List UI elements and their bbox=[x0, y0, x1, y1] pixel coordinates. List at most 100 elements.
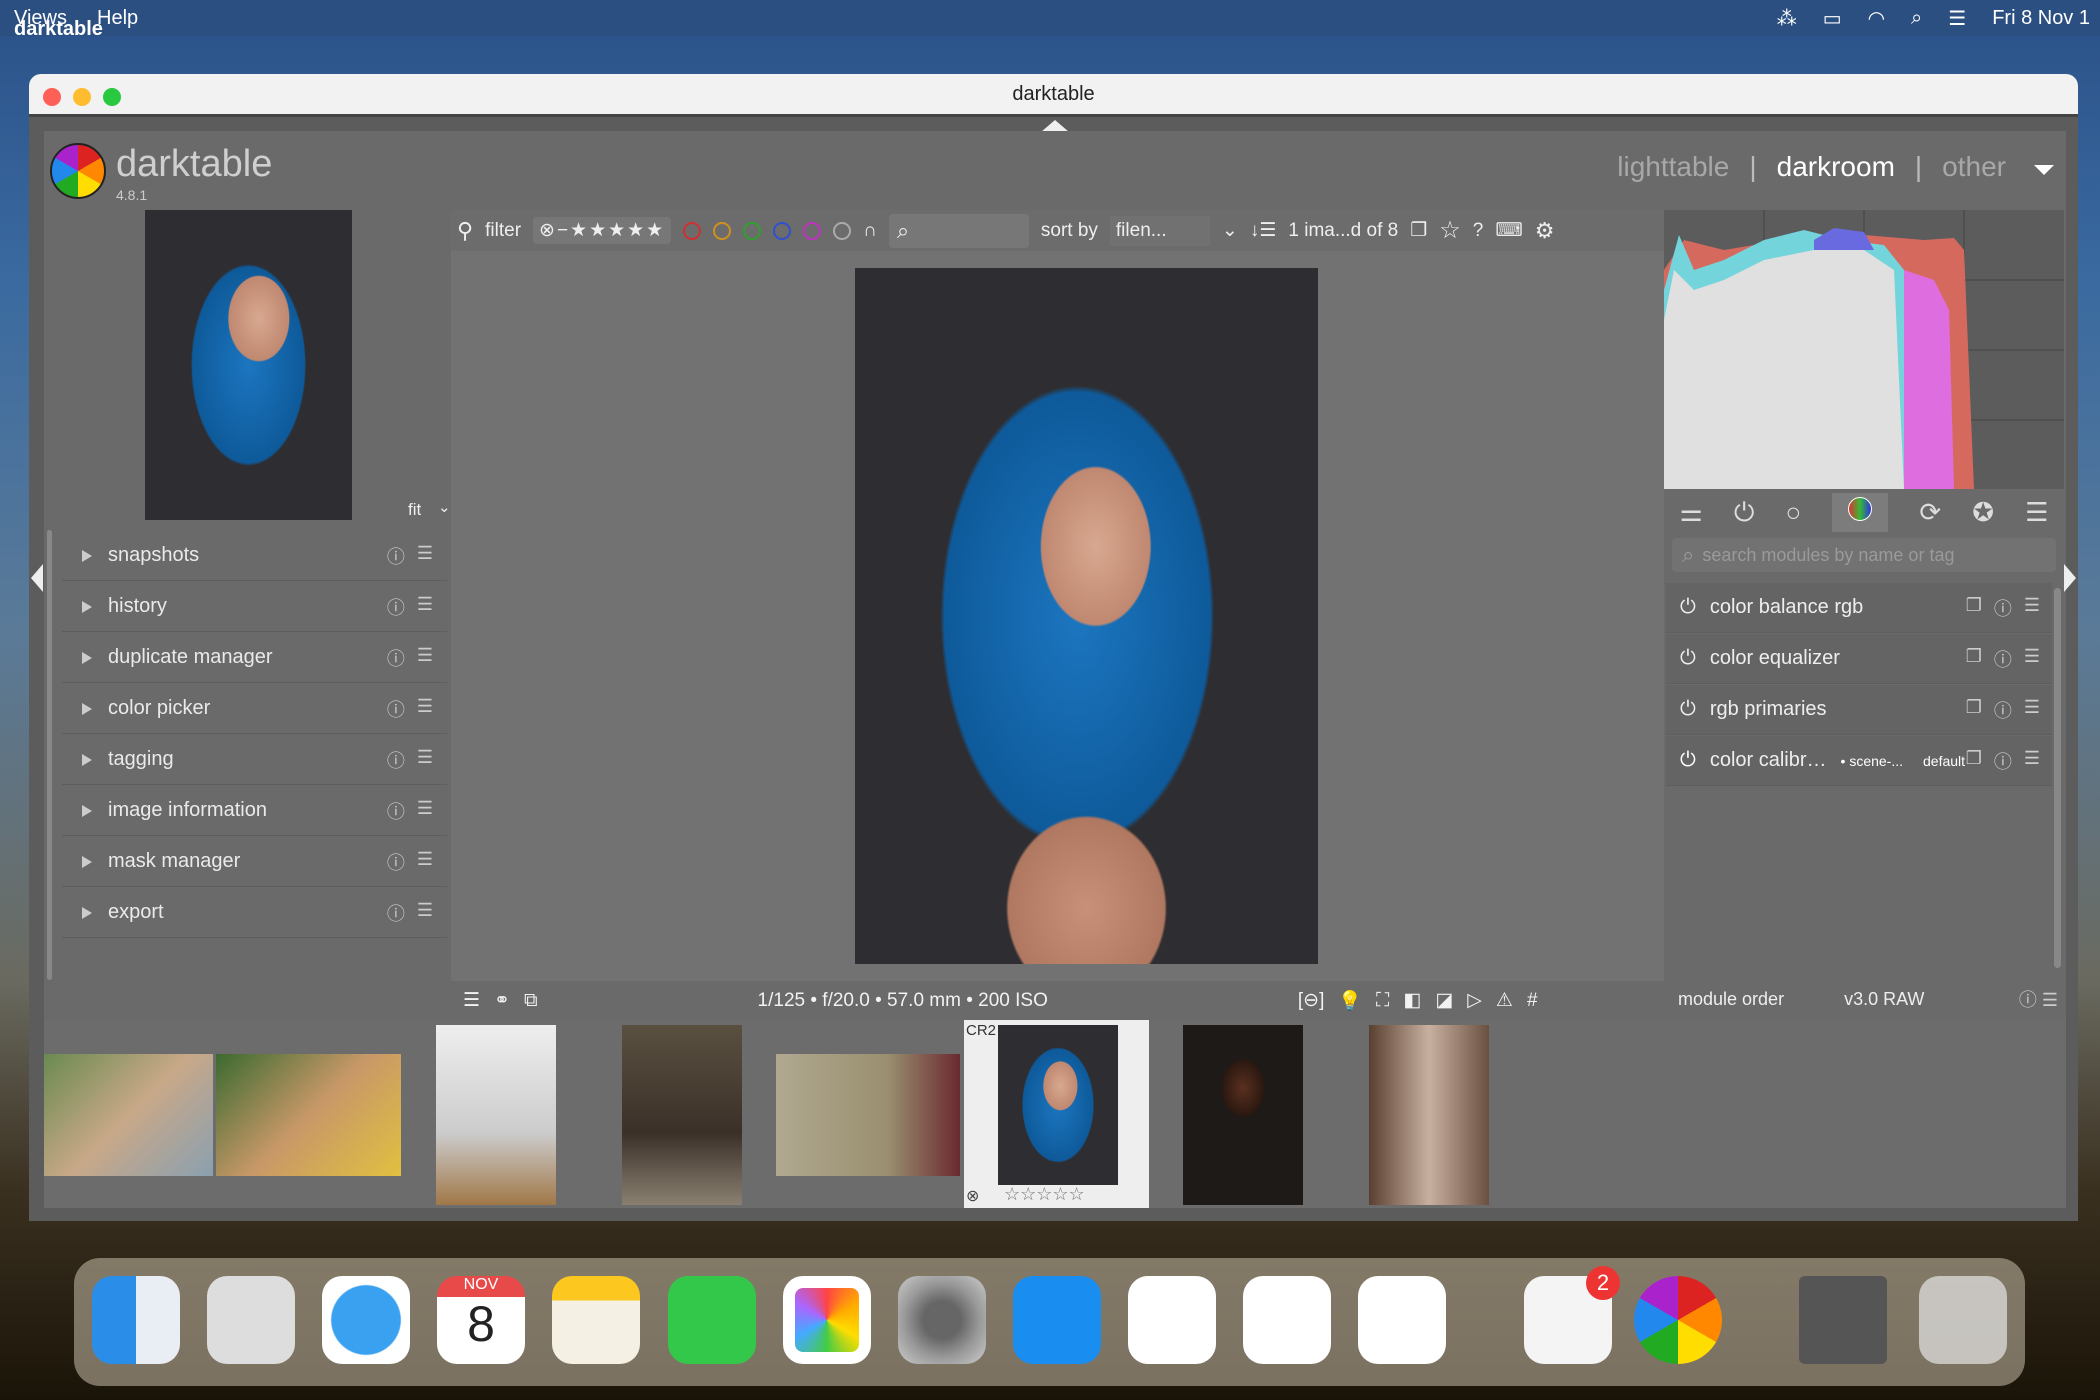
filmstrip-thumbnail[interactable] bbox=[216, 1054, 401, 1176]
power-icon[interactable]: ⏻ bbox=[1680, 749, 1696, 772]
finder-icon[interactable] bbox=[92, 1276, 180, 1364]
reminders-icon[interactable]: 2 bbox=[1524, 1266, 1620, 1364]
calendar-icon[interactable]: NOV 8 bbox=[437, 1276, 525, 1364]
filmstrip-thumbnail[interactable] bbox=[436, 1025, 556, 1205]
navigation-thumbnail[interactable] bbox=[145, 210, 352, 520]
quick-access-tab-icon[interactable]: ⚌ bbox=[1680, 497, 1703, 528]
presets-icon[interactable]: ☰ bbox=[2024, 595, 2040, 621]
module-color-calibration[interactable]: ⏻ color calibr… • scene-... default ❐ ⓘ ☰ bbox=[1666, 736, 2052, 786]
help-icon[interactable]: ? bbox=[1473, 220, 1484, 242]
reset-icon[interactable]: ⓘ bbox=[387, 645, 405, 671]
styles-icon[interactable]: ⚭ bbox=[494, 989, 510, 1012]
color-label-gray[interactable] bbox=[833, 221, 852, 240]
multi-instance-icon[interactable]: ❐ bbox=[1966, 646, 1982, 672]
presets-icon[interactable]: ☰ bbox=[417, 798, 433, 824]
reset-icon[interactable]: ⓘ bbox=[1994, 646, 2012, 672]
battery-icon[interactable]: ▭ bbox=[1823, 6, 1842, 31]
chevron-down-icon[interactable] bbox=[2034, 165, 2054, 175]
color-tab-icon[interactable] bbox=[1832, 493, 1889, 532]
multi-instance-icon[interactable]: ❐ bbox=[1966, 595, 1982, 621]
softproof-icon[interactable]: ◪ bbox=[1435, 989, 1453, 1012]
system-settings-icon[interactable] bbox=[898, 1276, 986, 1364]
reject-icon[interactable]: ⊗ bbox=[966, 1186, 979, 1206]
sort-order-icon[interactable]: ↓☰ bbox=[1250, 219, 1277, 242]
collapse-left-arrow[interactable] bbox=[31, 564, 43, 592]
view-lighttable[interactable]: lighttable bbox=[1617, 151, 1729, 183]
module-color-picker[interactable]: color picker ⓘ ☰ bbox=[62, 684, 447, 734]
second-window-icon[interactable]: ⧉ bbox=[524, 990, 538, 1012]
left-scrollbar[interactable] bbox=[47, 530, 52, 980]
power-icon[interactable]: ⏻ bbox=[1680, 647, 1696, 670]
filmstrip-thumbnail[interactable] bbox=[622, 1025, 742, 1205]
control-center-icon[interactable]: ☰ bbox=[1948, 6, 1966, 31]
trash-icon[interactable] bbox=[1919, 1276, 2007, 1364]
module-duplicate-manager[interactable]: duplicate manager ⓘ ☰ bbox=[62, 633, 447, 683]
filmstrip-thumbnail[interactable] bbox=[1183, 1025, 1303, 1205]
slack-icon[interactable] bbox=[1358, 1276, 1446, 1364]
clock[interactable]: Fri 8 Nov 1 bbox=[1992, 7, 2090, 30]
shortcuts-icon[interactable]: ⌨ bbox=[1495, 219, 1522, 242]
module-snapshots[interactable]: snapshots ⓘ ☰ bbox=[62, 531, 447, 581]
rating-filter[interactable]: ⊗−★★★★★ bbox=[533, 217, 672, 244]
presets-icon[interactable]: ☰ bbox=[2024, 748, 2040, 774]
right-scrollbar[interactable] bbox=[2054, 588, 2061, 968]
reset-icon[interactable]: ⓘ bbox=[1994, 697, 2012, 723]
sort-select[interactable]: filen... bbox=[1109, 215, 1210, 246]
reset-icon[interactable]: ⓘ ☰ bbox=[2019, 986, 2058, 1012]
quick-access-icon[interactable]: ☰ bbox=[463, 989, 480, 1012]
reset-icon[interactable]: ⓘ bbox=[1994, 595, 2012, 621]
search-field[interactable]: ⌕ bbox=[888, 213, 1029, 248]
messages-icon[interactable] bbox=[668, 1276, 756, 1364]
star-rating[interactable]: ☆☆☆☆☆ bbox=[1004, 1184, 1085, 1205]
darktable-dock-icon[interactable] bbox=[1634, 1276, 1722, 1364]
main-image[interactable] bbox=[855, 268, 1318, 964]
power-icon[interactable]: ⏻ bbox=[1680, 596, 1696, 619]
presets-icon[interactable]: ☰ bbox=[417, 747, 433, 773]
photos-icon[interactable] bbox=[783, 1276, 871, 1364]
module-order-value[interactable]: v3.0 RAW bbox=[1844, 989, 1924, 1010]
launchpad-icon[interactable] bbox=[207, 1276, 295, 1364]
module-rgb-primaries[interactable]: ⏻ rgb primaries ❐ ⓘ ☰ bbox=[1666, 685, 2052, 735]
color-assessment-icon[interactable]: 💡 bbox=[1338, 989, 1362, 1013]
color-label-green[interactable] bbox=[743, 221, 762, 240]
module-color-equalizer[interactable]: ⏻ color equalizer ❐ ⓘ ☰ bbox=[1666, 634, 2052, 684]
view-other[interactable]: other bbox=[1942, 151, 2006, 183]
color-label-purple[interactable] bbox=[803, 221, 822, 240]
star-icon[interactable]: ☆ bbox=[1439, 216, 1461, 245]
reset-icon[interactable]: ⓘ bbox=[1994, 748, 2012, 774]
zoom-button[interactable] bbox=[103, 88, 121, 106]
filmstrip-thumbnail[interactable] bbox=[44, 1054, 213, 1176]
reset-icon[interactable]: ⓘ bbox=[387, 900, 405, 926]
correct-tab-icon[interactable]: ⟳ bbox=[1919, 497, 1941, 528]
minimize-button[interactable] bbox=[73, 88, 91, 106]
app-store-icon[interactable] bbox=[1013, 1276, 1101, 1364]
wifi-icon[interactable]: ◠ bbox=[1868, 6, 1885, 31]
safari-icon[interactable] bbox=[322, 1276, 410, 1364]
operator-icon[interactable]: ∩ bbox=[863, 220, 877, 242]
presets-icon[interactable]: ☰ bbox=[417, 594, 433, 620]
presets-icon[interactable]: ☰ bbox=[417, 645, 433, 671]
module-image-information[interactable]: image information ⓘ ☰ bbox=[62, 786, 447, 836]
presets-icon[interactable]: ☰ bbox=[2024, 697, 2040, 723]
module-tagging[interactable]: tagging ⓘ ☰ bbox=[62, 735, 447, 785]
spotlight-icon[interactable]: ⌕ bbox=[1911, 7, 1922, 30]
preferences-gear-icon[interactable]: ⚙ bbox=[1535, 218, 1555, 244]
reset-icon[interactable]: ⓘ bbox=[387, 849, 405, 875]
filmstrip-thumbnail[interactable] bbox=[776, 1054, 960, 1176]
reset-icon[interactable]: ⓘ bbox=[387, 696, 405, 722]
clipping-icon[interactable]: ◧ bbox=[1403, 989, 1421, 1012]
module-export[interactable]: export ⓘ ☰ bbox=[62, 888, 447, 938]
asana-icon[interactable] bbox=[1243, 1276, 1331, 1364]
chevron-down-icon[interactable]: ⌄ bbox=[438, 498, 451, 516]
presets-menu-icon[interactable]: ☰ bbox=[2025, 497, 2048, 528]
color-label-red[interactable] bbox=[683, 221, 702, 240]
focus-peaking-icon[interactable]: [⊖] bbox=[1298, 989, 1324, 1012]
close-button[interactable] bbox=[43, 88, 61, 106]
active-modules-tab-icon[interactable]: ⏻ bbox=[1734, 497, 1755, 529]
multi-instance-icon[interactable]: ❐ bbox=[1966, 748, 1982, 774]
histogram[interactable] bbox=[1664, 210, 2064, 489]
multi-instance-icon[interactable]: ❐ bbox=[1966, 697, 1982, 723]
filmstrip-thumbnail-selected[interactable]: CR2 ⊗ ☆☆☆☆☆ bbox=[964, 1020, 1149, 1208]
minimized-window-thumbnail[interactable] bbox=[1799, 1276, 1887, 1364]
guides-icon[interactable]: # bbox=[1527, 990, 1538, 1012]
